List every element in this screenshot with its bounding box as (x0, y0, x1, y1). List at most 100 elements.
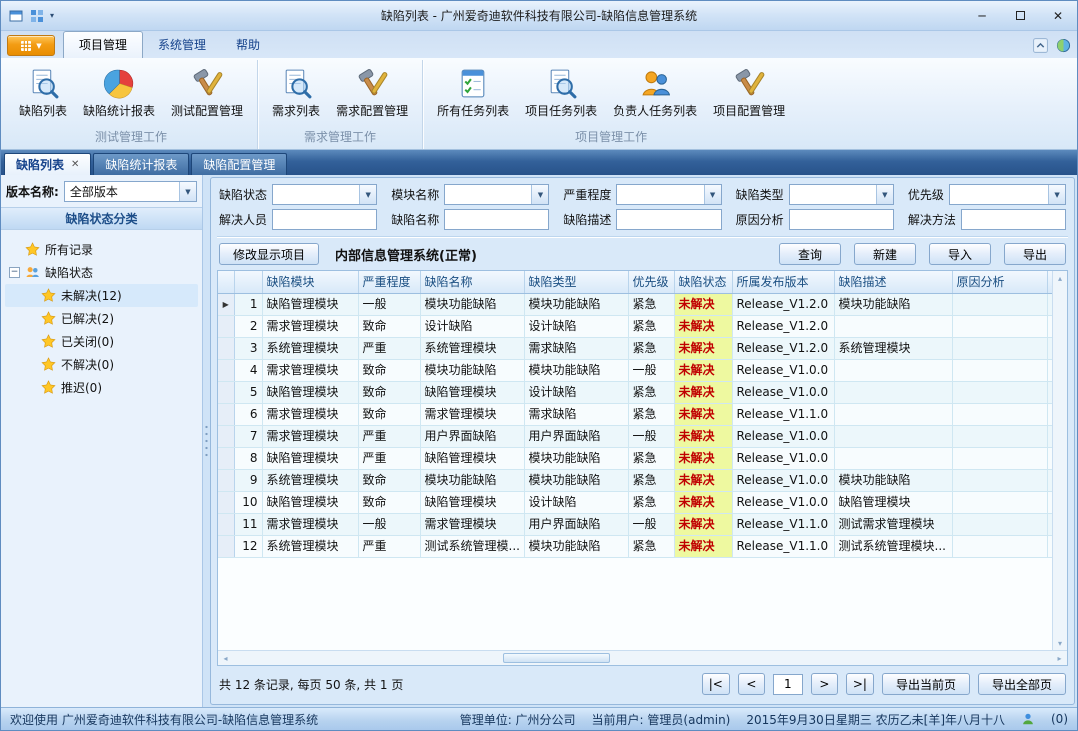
table-row[interactable]: 12系统管理模块严重测试系统管理模...模块功能缺陷紧急未解决Release_V… (218, 535, 1052, 557)
scroll-left-icon[interactable]: ◂ (218, 654, 233, 663)
cell[interactable]: 严重 (358, 425, 420, 447)
cell[interactable]: 未解决 (674, 491, 732, 513)
next-page-button[interactable]: > (811, 673, 838, 695)
cell[interactable]: 紧急 (628, 403, 674, 425)
import-button[interactable]: 导入 (929, 243, 991, 265)
doc-tab-1[interactable]: 缺陷统计报表 (93, 153, 189, 175)
ribbon-button[interactable]: 项目任务列表 (518, 63, 604, 121)
filter-input[interactable] (961, 209, 1066, 230)
cell[interactable] (952, 491, 1047, 513)
chevron-down-icon[interactable]: ▼ (359, 185, 376, 204)
tree-item-2[interactable]: 未解决(12) (5, 284, 198, 307)
tree-item-0[interactable]: 所有记录 (5, 238, 198, 261)
export-all-pages-button[interactable]: 导出全部页 (978, 673, 1066, 695)
cell[interactable]: 模块功能缺陷 (834, 293, 952, 315)
window-icon[interactable] (8, 8, 24, 24)
cell[interactable]: Release_V1.2.0 (732, 293, 834, 315)
cell[interactable]: Release_V1.1.0 (732, 535, 834, 557)
grid-icon[interactable] (29, 8, 45, 24)
chevron-down-icon[interactable]: ▼ (704, 185, 721, 204)
page-number-input[interactable] (773, 674, 803, 695)
cell[interactable]: 紧急 (628, 337, 674, 359)
cell[interactable]: 未解决 (674, 469, 732, 491)
cell[interactable]: 致命 (358, 491, 420, 513)
column-header-1[interactable]: 严重程度 (358, 271, 420, 293)
ribbon-button[interactable]: 测试配置管理 (164, 63, 250, 121)
filter-input[interactable] (444, 209, 549, 230)
cell[interactable]: 未解决 (674, 535, 732, 557)
cell[interactable] (834, 315, 952, 337)
cell[interactable] (952, 535, 1047, 557)
table-row[interactable]: 3系统管理模块严重系统管理模块需求缺陷紧急未解决Release_V1.2.0系统… (218, 337, 1052, 359)
cell[interactable]: 需求管理模块 (262, 513, 358, 535)
table-row[interactable]: 4需求管理模块致命模块功能缺陷模块功能缺陷一般未解决Release_V1.0.0 (218, 359, 1052, 381)
cell[interactable]: 需求管理模块 (420, 513, 524, 535)
cell[interactable]: 用户界面缺陷 (524, 513, 628, 535)
cell[interactable]: 模块功能缺陷 (524, 359, 628, 381)
filter-input[interactable] (272, 209, 377, 230)
cell[interactable]: 设计缺陷 (524, 491, 628, 513)
filter-combo[interactable]: ▼ (444, 184, 549, 205)
cell[interactable]: 需求缺陷 (524, 403, 628, 425)
cell[interactable]: 需求管理模块 (262, 403, 358, 425)
cell[interactable]: 一般 (628, 513, 674, 535)
table-row[interactable]: 8缺陷管理模块严重缺陷管理模块模块功能缺陷紧急未解决Release_V1.0.0 (218, 447, 1052, 469)
cell[interactable] (952, 513, 1047, 535)
cell[interactable]: Release_V1.2.0 (732, 315, 834, 337)
cell[interactable]: 未解决 (674, 403, 732, 425)
cell[interactable]: Release_V1.1.0 (732, 513, 834, 535)
scroll-right-icon[interactable]: ▸ (1052, 654, 1067, 663)
close-tab-icon[interactable]: ✕ (71, 159, 79, 170)
cell[interactable]: 系统管理模块 (834, 337, 952, 359)
cell[interactable] (834, 381, 952, 403)
cell[interactable] (952, 293, 1047, 315)
cell[interactable]: 系统管理模块 (420, 337, 524, 359)
doc-tab-2[interactable]: 缺陷配置管理 (191, 153, 287, 175)
collapse-ribbon-icon[interactable] (1033, 38, 1048, 53)
cell[interactable]: 测试系统管理模... (420, 535, 524, 557)
horizontal-scrollbar[interactable]: ◂ ▸ (218, 650, 1067, 665)
column-header-7[interactable]: 缺陷描述 (834, 271, 952, 293)
new-button[interactable]: 新建 (854, 243, 916, 265)
first-page-button[interactable]: |< (702, 673, 730, 695)
ribbon-tab-0[interactable]: 项目管理 (63, 31, 143, 58)
ribbon-button[interactable]: 缺陷列表 (12, 63, 74, 121)
cell[interactable]: 设计缺陷 (420, 315, 524, 337)
skin-icon[interactable] (1056, 38, 1071, 53)
cell[interactable] (952, 315, 1047, 337)
chevron-down-icon[interactable]: ▼ (1048, 185, 1065, 204)
table-row[interactable]: ▶1缺陷管理模块一般模块功能缺陷模块功能缺陷紧急未解决Release_V1.2.… (218, 293, 1052, 315)
scroll-up-icon[interactable]: ▴ (1053, 271, 1067, 285)
cell[interactable]: Release_V1.0.0 (732, 469, 834, 491)
table-row[interactable]: 9系统管理模块致命模块功能缺陷模块功能缺陷紧急未解决Release_V1.0.0… (218, 469, 1052, 491)
cell[interactable]: 缺陷管理模块 (262, 491, 358, 513)
qat-dropdown-icon[interactable]: ▾ (50, 11, 54, 20)
tree-item-5[interactable]: 不解决(0) (5, 353, 198, 376)
version-select[interactable]: 全部版本 ▼ (64, 181, 197, 202)
cell[interactable]: 致命 (358, 403, 420, 425)
cell[interactable]: Release_V1.2.0 (732, 337, 834, 359)
cell[interactable]: 紧急 (628, 469, 674, 491)
filter-input[interactable] (616, 209, 721, 230)
close-button[interactable]: ✕ (1039, 1, 1077, 30)
cell[interactable]: 缺陷管理模块 (262, 381, 358, 403)
cell[interactable]: 模块功能缺陷 (524, 447, 628, 469)
tree-item-6[interactable]: 推迟(0) (5, 376, 198, 399)
table-row[interactable]: 7需求管理模块严重用户界面缺陷用户界面缺陷一般未解决Release_V1.0.0 (218, 425, 1052, 447)
cell[interactable]: Release_V1.0.0 (732, 359, 834, 381)
cell[interactable]: 未解决 (674, 381, 732, 403)
cell[interactable]: 测试系统管理模块... (834, 535, 952, 557)
cell[interactable] (952, 403, 1047, 425)
table-row[interactable]: 5缺陷管理模块致命缺陷管理模块设计缺陷紧急未解决Release_V1.0.0 (218, 381, 1052, 403)
cell[interactable]: 需求管理模块 (262, 315, 358, 337)
cell[interactable]: 严重 (358, 447, 420, 469)
cell[interactable]: 严重 (358, 337, 420, 359)
cell[interactable] (952, 381, 1047, 403)
cell[interactable]: 缺陷管理模块 (420, 447, 524, 469)
cell[interactable]: 需求管理模块 (420, 403, 524, 425)
maximize-button[interactable] (1001, 1, 1039, 30)
ribbon-button[interactable]: 所有任务列表 (430, 63, 516, 121)
ribbon-button[interactable]: 负责人任务列表 (606, 63, 704, 121)
cell[interactable]: 用户界面缺陷 (420, 425, 524, 447)
cell[interactable]: 一般 (628, 425, 674, 447)
